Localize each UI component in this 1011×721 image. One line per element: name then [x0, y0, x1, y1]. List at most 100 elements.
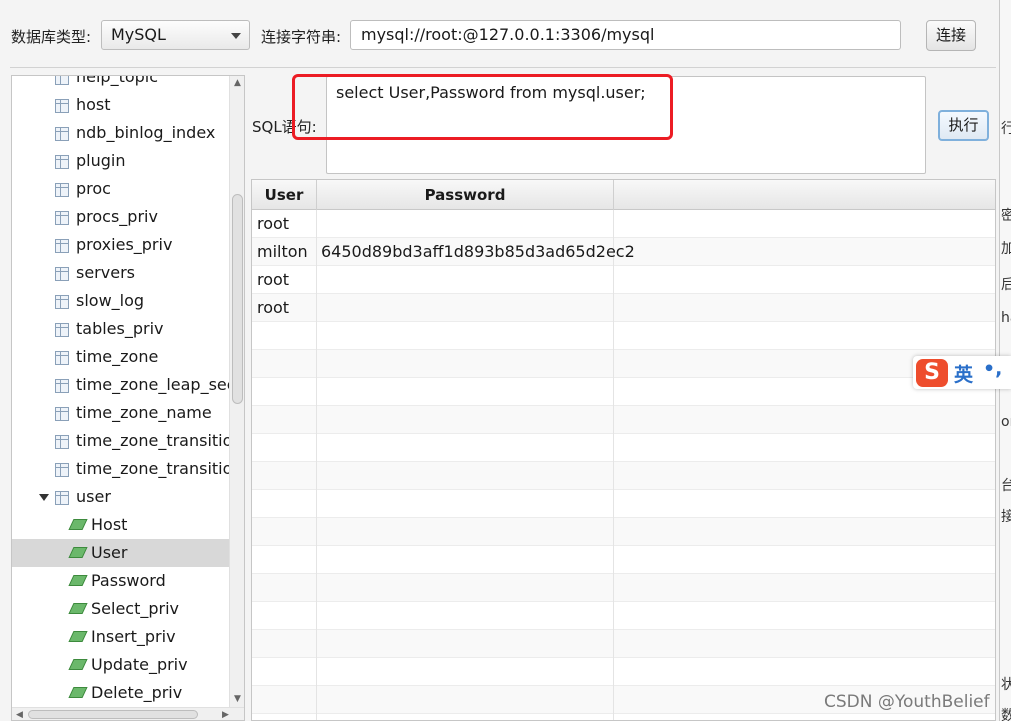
tree-item-table[interactable]: slow_log [12, 287, 229, 315]
column-header-password[interactable]: Password [317, 180, 614, 210]
tree-vertical-scroll-thumb[interactable] [232, 194, 243, 404]
cell-user[interactable] [252, 434, 317, 462]
tree-item-table[interactable]: time_zone_leap_second [12, 371, 229, 399]
scroll-right-icon[interactable]: ▶ [222, 710, 229, 720]
cell-user[interactable] [252, 574, 317, 602]
table-row[interactable] [252, 574, 995, 602]
tree-item-table[interactable]: time_zone_name [12, 399, 229, 427]
table-row[interactable] [252, 322, 995, 350]
connect-button[interactable]: 连接 [926, 20, 976, 51]
tree-item-table[interactable]: proc [12, 175, 229, 203]
cell-password[interactable] [317, 462, 614, 490]
tree-item-table[interactable]: plugin [12, 147, 229, 175]
cell-user[interactable] [252, 322, 317, 350]
tree-item-table[interactable]: proxies_priv [12, 231, 229, 259]
db-type-select[interactable]: MySQL [101, 20, 250, 50]
table-row[interactable]: milton 6450d89bd3aff1d893b85d3ad65d2ec2 [252, 238, 995, 266]
scroll-left-icon[interactable]: ◀ [16, 710, 23, 720]
expand-arrow-icon[interactable] [39, 494, 49, 501]
tree-item-table[interactable]: time_zone_transition_type [12, 455, 229, 483]
ime-mode-indicator[interactable]: 英 [954, 360, 973, 387]
cell-user[interactable] [252, 378, 317, 406]
cell-password[interactable] [317, 602, 614, 630]
sql-query-input[interactable]: select User,Password from mysql.user; [326, 76, 926, 174]
table-row[interactable] [252, 714, 995, 720]
cell-password[interactable] [317, 266, 614, 294]
cell-password[interactable] [317, 686, 614, 714]
tree-item-table[interactable]: ndb_binlog_index [12, 119, 229, 147]
cell-user[interactable] [252, 350, 317, 378]
cell-password[interactable] [317, 378, 614, 406]
cell-user[interactable]: root [252, 210, 317, 238]
table-row[interactable] [252, 406, 995, 434]
ime-status-bar[interactable]: S 英 •, [913, 356, 1011, 389]
cell-user[interactable] [252, 658, 317, 686]
cell-user[interactable] [252, 714, 317, 720]
tree-item-table[interactable]: time_zone_transition [12, 427, 229, 455]
schema-tree[interactable]: help_topic host ndb_binlog_index plugin proc… [11, 75, 245, 721]
sogou-logo-icon[interactable]: S [916, 359, 948, 387]
cell-password[interactable] [317, 658, 614, 686]
table-row[interactable] [252, 378, 995, 406]
table-row[interactable] [252, 350, 995, 378]
cell-user[interactable] [252, 406, 317, 434]
scroll-up-icon[interactable]: ▲ [234, 78, 241, 88]
table-row[interactable]: root [252, 210, 995, 238]
tree-item-column[interactable]: Host [12, 511, 229, 539]
cell-password[interactable] [317, 518, 614, 546]
table-row[interactable] [252, 434, 995, 462]
tree-horizontal-scroll-thumb[interactable] [28, 710, 198, 719]
cell-user[interactable] [252, 686, 317, 714]
tree-item-table[interactable]: procs_priv [12, 203, 229, 231]
execute-button[interactable]: 执行 [938, 110, 989, 141]
cell-password[interactable] [317, 406, 614, 434]
cell-password[interactable] [317, 294, 614, 322]
scroll-down-icon[interactable]: ▼ [234, 694, 241, 704]
tree-item-table[interactable]: help_topic [12, 76, 229, 91]
cell-user[interactable] [252, 518, 317, 546]
cell-user[interactable] [252, 602, 317, 630]
tree-item-table[interactable]: tables_priv [12, 315, 229, 343]
table-row[interactable] [252, 518, 995, 546]
connection-string-input[interactable]: mysql://root:@127.0.0.1:3306/mysql [350, 20, 901, 50]
cell-password[interactable] [317, 350, 614, 378]
cell-user[interactable] [252, 462, 317, 490]
tree-item-table[interactable]: host [12, 91, 229, 119]
tree-item-column[interactable]: Update_priv [12, 651, 229, 679]
cell-password[interactable] [317, 490, 614, 518]
cell-password[interactable] [317, 210, 614, 238]
tree-item-table-user[interactable]: user [12, 483, 229, 511]
tree-item-column[interactable]: Password [12, 567, 229, 595]
cell-password[interactable]: 6450d89bd3aff1d893b85d3ad65d2ec2 [317, 238, 635, 266]
cell-password[interactable] [317, 546, 614, 574]
tree-item-table[interactable]: time_zone [12, 343, 229, 371]
cell-user[interactable] [252, 490, 317, 518]
tree-item-column[interactable]: User [12, 539, 229, 567]
table-row[interactable] [252, 630, 995, 658]
tree-item-column[interactable]: Insert_priv [12, 623, 229, 651]
table-row[interactable] [252, 546, 995, 574]
cell-user[interactable] [252, 630, 317, 658]
tree-item-column[interactable]: Delete_priv [12, 679, 229, 707]
result-table[interactable]: User Password root milton 6450d89bd3aff1d8… [251, 179, 996, 721]
cell-password[interactable] [317, 434, 614, 462]
table-row[interactable]: root [252, 266, 995, 294]
cell-user[interactable]: root [252, 294, 317, 322]
table-row[interactable] [252, 658, 995, 686]
cell-user[interactable]: milton [252, 238, 317, 266]
table-row[interactable] [252, 490, 995, 518]
tree-item-column[interactable]: Select_priv [12, 595, 229, 623]
table-row[interactable]: root [252, 294, 995, 322]
table-row[interactable] [252, 602, 995, 630]
tree-item-table[interactable]: servers [12, 259, 229, 287]
table-row[interactable] [252, 462, 995, 490]
cell-password[interactable] [317, 630, 614, 658]
cell-password[interactable] [317, 322, 614, 350]
ime-punctuation-indicator[interactable]: •, [983, 358, 1002, 380]
tree-vertical-scrollbar[interactable]: ▲ ▼ [229, 76, 244, 707]
cell-password[interactable] [317, 714, 614, 720]
cell-password[interactable] [317, 574, 614, 602]
column-header-user[interactable]: User [252, 180, 317, 210]
cell-user[interactable] [252, 546, 317, 574]
cell-user[interactable]: root [252, 266, 317, 294]
